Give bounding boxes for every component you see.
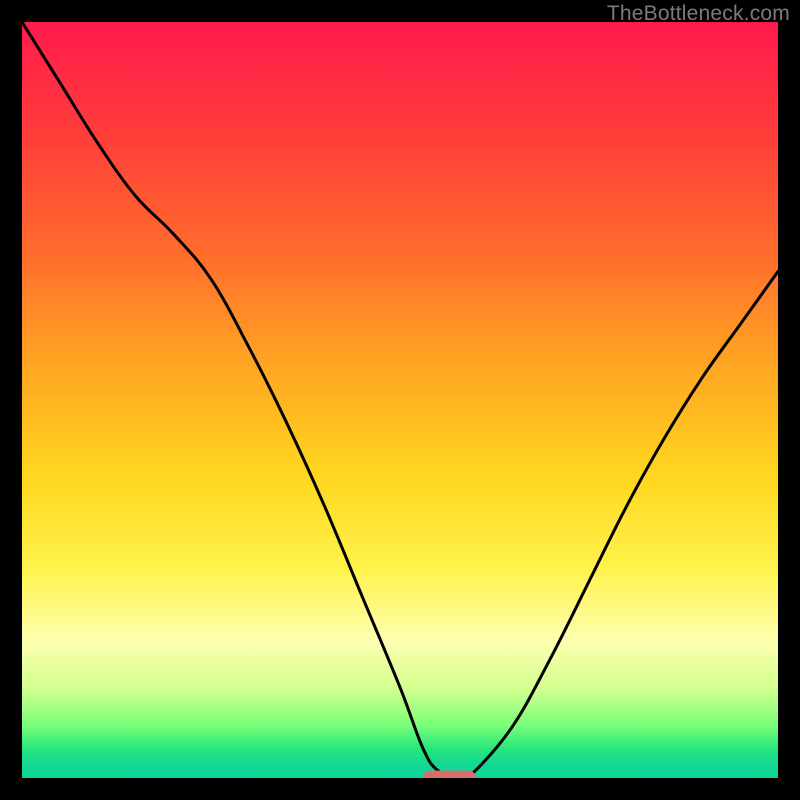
- optimal-range-marker: [423, 771, 476, 779]
- curve-path: [22, 22, 778, 778]
- plot-area: [22, 22, 778, 778]
- chart-frame: TheBottleneck.com: [0, 0, 800, 800]
- bottleneck-curve: [22, 22, 778, 778]
